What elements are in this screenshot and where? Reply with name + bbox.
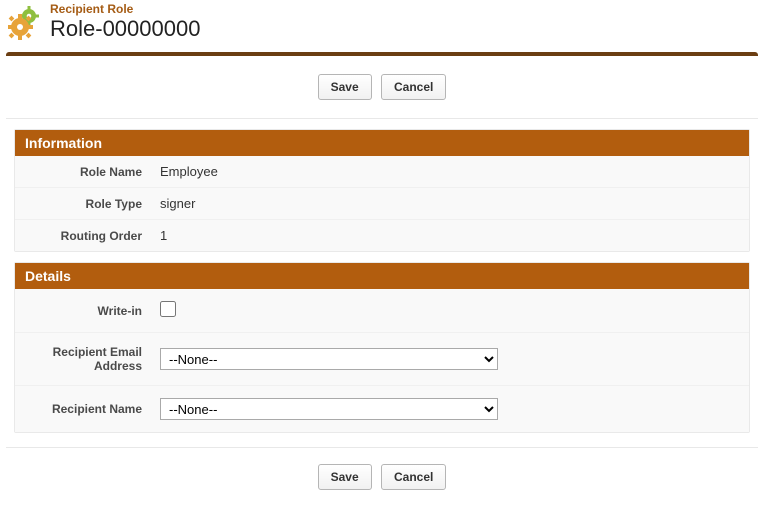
write-in-checkbox[interactable] [160, 301, 176, 317]
top-button-row: Save Cancel [6, 56, 758, 119]
recipient-name-row: Recipient Name --None-- [15, 386, 749, 432]
cancel-button-bottom[interactable]: Cancel [381, 464, 446, 490]
role-type-label: Role Type [15, 197, 160, 211]
bottom-button-row: Save Cancel [6, 447, 758, 506]
recipient-email-label: Recipient Email Address [15, 345, 160, 373]
gears-icon [8, 4, 44, 40]
role-name-row: Role Name Employee [15, 156, 749, 188]
role-type-value: signer [160, 196, 195, 211]
write-in-label: Write-in [15, 304, 160, 318]
role-type-row: Role Type signer [15, 188, 749, 220]
details-panel: Details Write-in Recipient Email Address… [14, 262, 750, 433]
information-heading: Information [15, 130, 749, 156]
recipient-email-row: Recipient Email Address --None-- [15, 333, 749, 386]
page-subtitle: Recipient Role [50, 2, 200, 16]
role-name-label: Role Name [15, 165, 160, 179]
page-header: Recipient Role Role-00000000 [0, 0, 764, 48]
recipient-email-select[interactable]: --None-- [160, 348, 498, 370]
write-in-row: Write-in [15, 289, 749, 333]
details-heading: Details [15, 263, 749, 289]
save-button[interactable]: Save [318, 74, 372, 100]
recipient-name-select[interactable]: --None-- [160, 398, 498, 420]
information-panel: Information Role Name Employee Role Type… [14, 129, 750, 252]
routing-order-label: Routing Order [15, 229, 160, 243]
routing-order-value: 1 [160, 228, 167, 243]
role-name-value: Employee [160, 164, 218, 179]
page-title: Role-00000000 [50, 16, 200, 42]
recipient-name-label: Recipient Name [15, 402, 160, 416]
cancel-button[interactable]: Cancel [381, 74, 446, 100]
routing-order-row: Routing Order 1 [15, 220, 749, 251]
save-button-bottom[interactable]: Save [318, 464, 372, 490]
